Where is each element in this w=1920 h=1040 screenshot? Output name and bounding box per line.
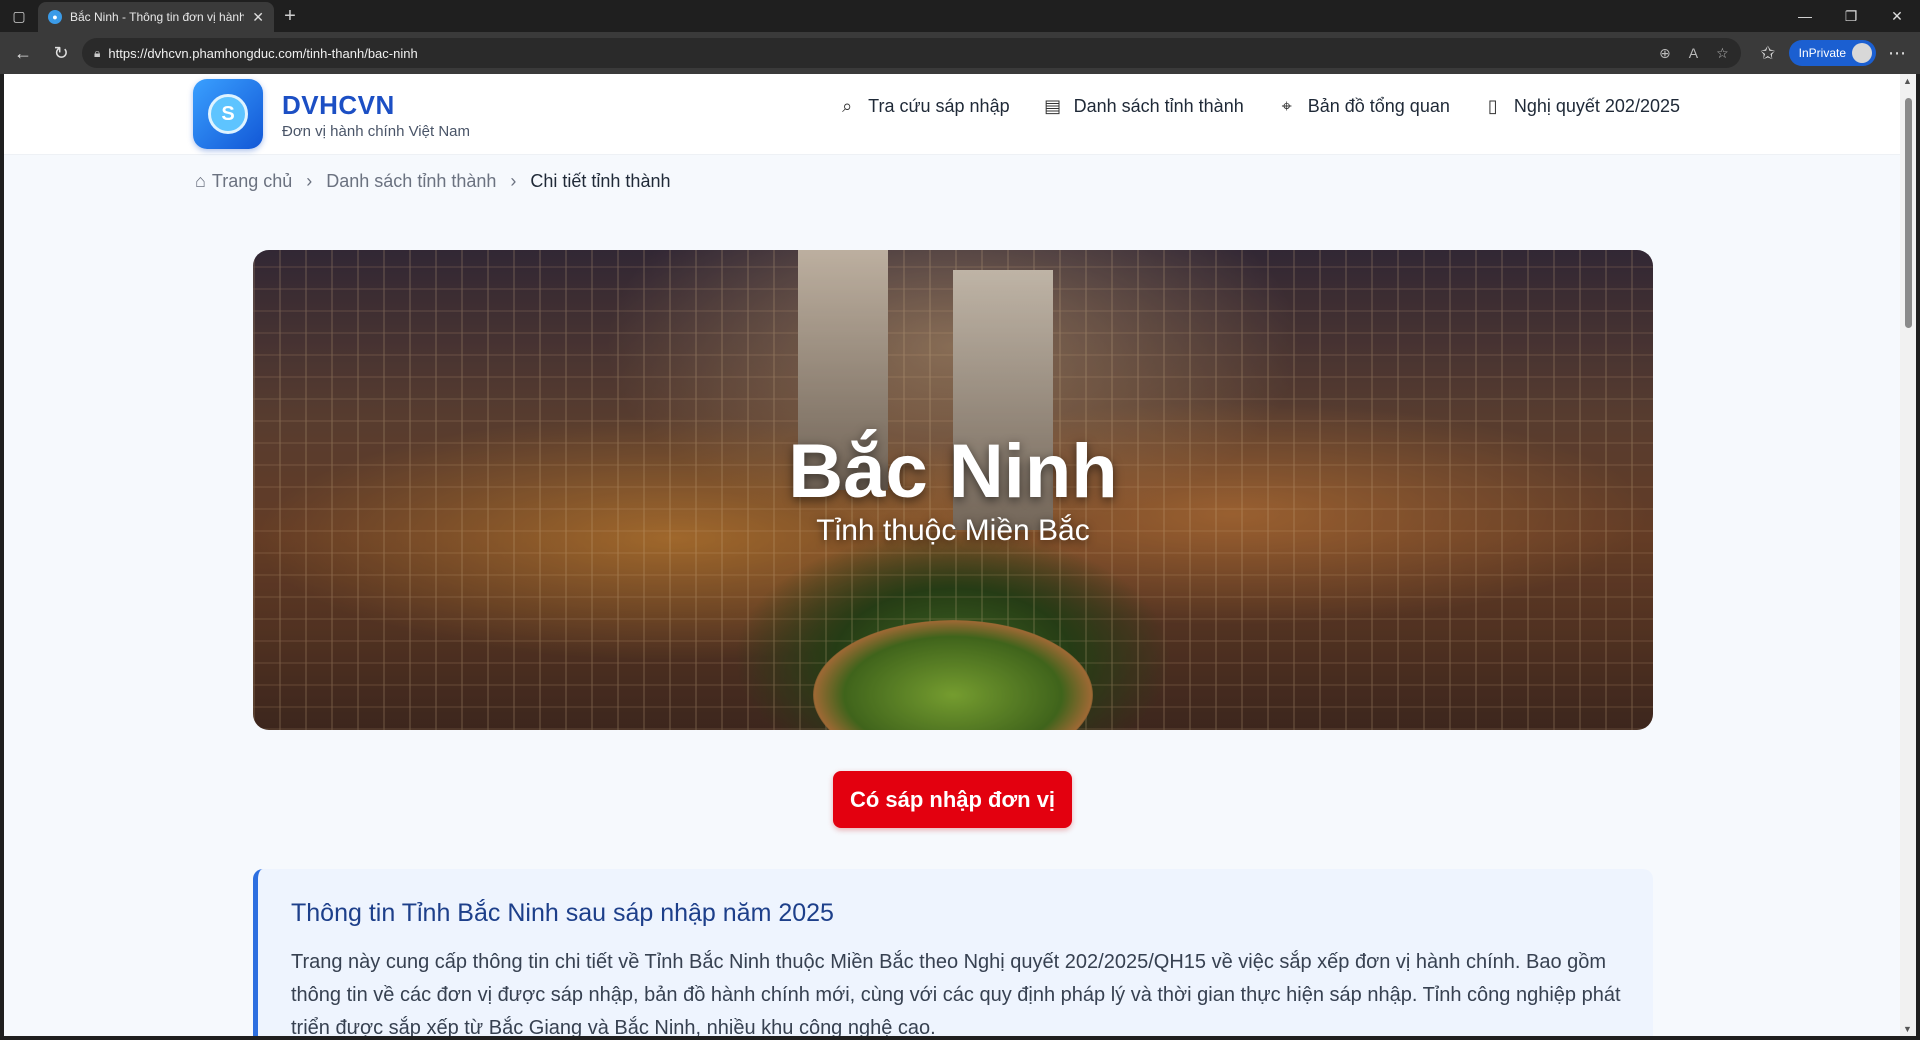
brand-name: DVHCVN	[282, 90, 395, 120]
map-pin-icon: ⌖	[1281, 96, 1292, 116]
new-tab-icon[interactable]: +	[274, 0, 306, 32]
tab-close-icon[interactable]: ✕	[252, 9, 264, 26]
back-icon[interactable]: ←	[6, 36, 40, 70]
info-card: Thông tin Tỉnh Bắc Ninh sau sáp nhập năm…	[253, 869, 1653, 1036]
profile-avatar	[1852, 43, 1872, 63]
building-icon: ▤	[1044, 96, 1062, 116]
search-icon: ⌕	[842, 96, 853, 116]
close-window-icon[interactable]: ✕	[1874, 0, 1920, 32]
info-heading: Thông tin Tỉnh Bắc Ninh sau sáp nhập năm…	[291, 899, 834, 927]
page-viewport: S DVHCVN Đơn vị hành chính Việt Nam ⌕ Tr…	[4, 74, 1900, 1036]
refresh-icon[interactable]: ↻	[44, 36, 78, 70]
site-favicon-icon: ●	[48, 10, 62, 24]
restore-icon[interactable]: ❐	[1828, 0, 1874, 32]
address-bar[interactable]: 🔒︎ https://dvhcvn.phamhongduc.com/tinh-t…	[82, 38, 1741, 68]
scroll-down-icon[interactable]: ▼	[1903, 1024, 1912, 1034]
nav-label: Nghị quyết 202/2025	[1513, 96, 1680, 116]
province-region: Tỉnh thuộc Miền Bắc	[816, 514, 1090, 547]
chevron-right-icon: ›	[306, 171, 313, 191]
breadcrumb-home-label: Trang chủ	[211, 171, 293, 191]
site-logo[interactable]: S	[193, 79, 263, 149]
breadcrumb: ⌂ Trang chủ › Danh sách tỉnh thành › Chi…	[195, 171, 670, 192]
favorites-icon[interactable]: ✩	[1751, 36, 1785, 70]
chevron-right-icon: ›	[510, 171, 517, 191]
merge-status-button[interactable]: Có sáp nhập đơn vị	[833, 771, 1072, 828]
lock-icon[interactable]: 🔒︎	[94, 46, 100, 61]
inprivate-label: InPrivate	[1798, 46, 1846, 60]
more-menu-icon[interactable]: ⋯	[1880, 36, 1914, 70]
breadcrumb-current: Chi tiết tỉnh thành	[530, 171, 671, 191]
url-text[interactable]: https://dvhcvn.phamhongduc.com/tinh-than…	[108, 46, 417, 61]
info-body: Trang này cung cấp thông tin chi tiết về…	[291, 951, 1621, 1036]
zoom-icon[interactable]: ⊕	[1659, 45, 1671, 62]
nav-label: Tra cứu sáp nhập	[868, 96, 1010, 116]
scroll-up-icon[interactable]: ▲	[1903, 76, 1912, 86]
nav-item-tra-cuu[interactable]: ⌕ Tra cứu sáp nhập	[836, 96, 1010, 117]
inprivate-badge[interactable]: InPrivate	[1788, 40, 1876, 66]
brand[interactable]: DVHCVN Đơn vị hành chính Việt Nam	[282, 90, 470, 140]
browser-tab-bar: ▢ ● Bắc Ninh - Thông tin đơn vị hành chí…	[0, 0, 1920, 32]
site-header: S DVHCVN Đơn vị hành chính Việt Nam ⌕ Tr…	[4, 74, 1900, 155]
home-icon: ⌂	[195, 171, 206, 191]
favorite-star-icon[interactable]: ☆	[1716, 45, 1729, 62]
document-icon: ▯	[1487, 96, 1498, 116]
tab-title: Bắc Ninh - Thông tin đơn vị hành chính	[70, 10, 245, 24]
province-title: Bắc Ninh	[788, 429, 1118, 514]
main-nav: ⌕ Tra cứu sáp nhập ▤ Danh sách tỉnh thàn…	[836, 96, 1680, 117]
scrollbar-thumb[interactable]	[1905, 98, 1912, 328]
tab-actions-icon[interactable]: ▢	[0, 0, 38, 32]
logo-map-icon: S	[208, 94, 248, 134]
hero-banner: Bắc Ninh Tỉnh thuộc Miền Bắc	[253, 250, 1653, 730]
breadcrumb-list[interactable]: Danh sách tỉnh thành	[326, 171, 496, 192]
nav-item-danh-sach[interactable]: ▤ Danh sách tỉnh thành	[1042, 96, 1244, 117]
read-aloud-icon[interactable]: A	[1689, 45, 1698, 62]
page-scrollbar[interactable]: ▲ ▼	[1900, 74, 1916, 1036]
nav-item-nghi-quyet[interactable]: ▯ Nghị quyết 202/2025	[1482, 96, 1680, 117]
nav-label: Bản đồ tổng quan	[1307, 96, 1450, 116]
brand-subtitle: Đơn vị hành chính Việt Nam	[282, 123, 470, 140]
nav-label: Danh sách tỉnh thành	[1073, 96, 1244, 116]
browser-tab[interactable]: ● Bắc Ninh - Thông tin đơn vị hành chính…	[38, 2, 274, 32]
minimize-icon[interactable]: —	[1782, 0, 1828, 32]
window-controls: — ❐ ✕	[1782, 0, 1920, 32]
breadcrumb-home[interactable]: ⌂ Trang chủ	[195, 171, 292, 192]
nav-item-ban-do[interactable]: ⌖ Bản đồ tổng quan	[1276, 96, 1450, 117]
address-toolbar: ← ↻ 🔒︎ https://dvhcvn.phamhongduc.com/ti…	[0, 32, 1920, 74]
